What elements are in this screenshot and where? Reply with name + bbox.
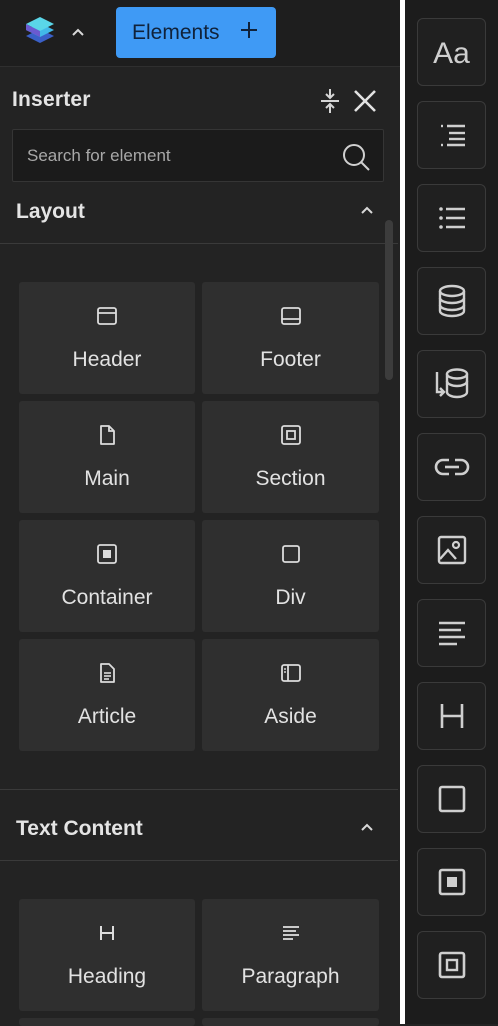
collapse-all-icon[interactable]: [318, 88, 342, 114]
rail-button-link[interactable]: [417, 433, 486, 501]
header-icon: [95, 304, 119, 328]
section-title-layout: Layout: [16, 200, 85, 223]
element-tile-partial[interactable]: [202, 1018, 379, 1026]
section-icon: [438, 951, 465, 979]
chevron-up-icon[interactable]: [68, 20, 88, 44]
element-tile-paragraph[interactable]: Paragraph: [202, 899, 379, 1011]
paragraph-icon: [279, 921, 303, 945]
text-content-elements-grid: Heading Paragraph: [19, 899, 379, 1026]
chevron-up-icon[interactable]: [358, 819, 376, 837]
element-tile-label: Container: [61, 586, 153, 609]
element-tile-aside[interactable]: Aside: [202, 639, 379, 751]
rail-button-div[interactable]: [417, 765, 486, 833]
element-tile-container[interactable]: Container: [19, 520, 195, 632]
section-header-text-content[interactable]: Text Content: [0, 805, 398, 861]
search-input[interactable]: [27, 144, 327, 168]
rail-button-image[interactable]: [417, 516, 486, 584]
element-tile-partial[interactable]: [19, 1018, 195, 1026]
inserter-title: Inserter: [12, 88, 91, 111]
element-tile-label: Paragraph: [241, 965, 340, 988]
section-divider: [0, 789, 398, 790]
element-tile-label: Article: [77, 705, 137, 728]
section-icon: [279, 423, 303, 447]
database-icon: [438, 284, 465, 318]
element-tile-footer[interactable]: Footer: [202, 282, 379, 394]
link-icon: [434, 458, 469, 476]
rail-button-list[interactable]: [417, 184, 486, 252]
element-tile-label: Div: [275, 586, 306, 609]
rail-button-section[interactable]: [417, 931, 486, 999]
nested-list-icon: [440, 124, 465, 147]
element-icon-rail: Aa: [405, 0, 498, 1024]
section-header-layout[interactable]: Layout: [0, 188, 398, 244]
chevron-up-icon[interactable]: [358, 202, 376, 220]
inserter-panel: Elements Inserter Layout: [0, 0, 400, 1026]
rail-button-text[interactable]: Aa: [417, 18, 486, 86]
rail-button-container[interactable]: [417, 848, 486, 916]
container-icon: [438, 868, 465, 896]
text-icon: Aa: [433, 37, 470, 70]
section-title-text-content: Text Content: [16, 817, 143, 840]
close-icon[interactable]: [352, 88, 378, 114]
list-icon: [438, 207, 465, 229]
heading-icon: [95, 921, 119, 945]
main-icon: [95, 423, 119, 447]
paragraph-icon: [438, 621, 465, 646]
element-tile-label: Heading: [67, 965, 147, 988]
image-icon: [437, 535, 466, 565]
element-tile-section[interactable]: Section: [202, 401, 379, 513]
rail-button-database[interactable]: [417, 267, 486, 335]
footer-icon: [279, 304, 303, 328]
rail-button-heading[interactable]: [417, 682, 486, 750]
rail-button-database-import[interactable]: [417, 350, 486, 418]
aside-icon: [279, 661, 303, 685]
element-tile-label: Aside: [264, 705, 317, 728]
rail-button-paragraph[interactable]: [417, 599, 486, 667]
element-tile-main[interactable]: Main: [19, 401, 195, 513]
container-icon: [95, 542, 119, 566]
search-icon[interactable]: [341, 142, 371, 172]
heading-icon: [440, 704, 463, 728]
database-import-icon: [435, 368, 468, 399]
element-tile-div[interactable]: Div: [202, 520, 379, 632]
top-bar: Elements: [0, 0, 400, 67]
element-tile-label: Main: [84, 467, 130, 490]
div-icon: [279, 542, 303, 566]
element-tile-header[interactable]: Header: [19, 282, 195, 394]
tab-elements-label: Elements: [132, 20, 220, 44]
add-icon[interactable]: [238, 19, 260, 41]
rail-button-nested-list[interactable]: [417, 101, 486, 169]
layout-elements-grid: Header Footer Main Section Container Div…: [19, 282, 379, 751]
tab-elements[interactable]: Elements: [116, 7, 276, 58]
element-tile-label: Section: [255, 467, 326, 490]
search-box: [12, 129, 384, 182]
element-tile-label: Footer: [260, 348, 321, 371]
div-icon: [438, 785, 465, 813]
element-tile-heading[interactable]: Heading: [19, 899, 195, 1011]
article-icon: [95, 661, 119, 685]
element-tile-article[interactable]: Article: [19, 639, 195, 751]
scrollbar[interactable]: [385, 220, 393, 380]
element-tile-label: Header: [72, 348, 142, 371]
app-logo-icon[interactable]: [22, 16, 58, 50]
